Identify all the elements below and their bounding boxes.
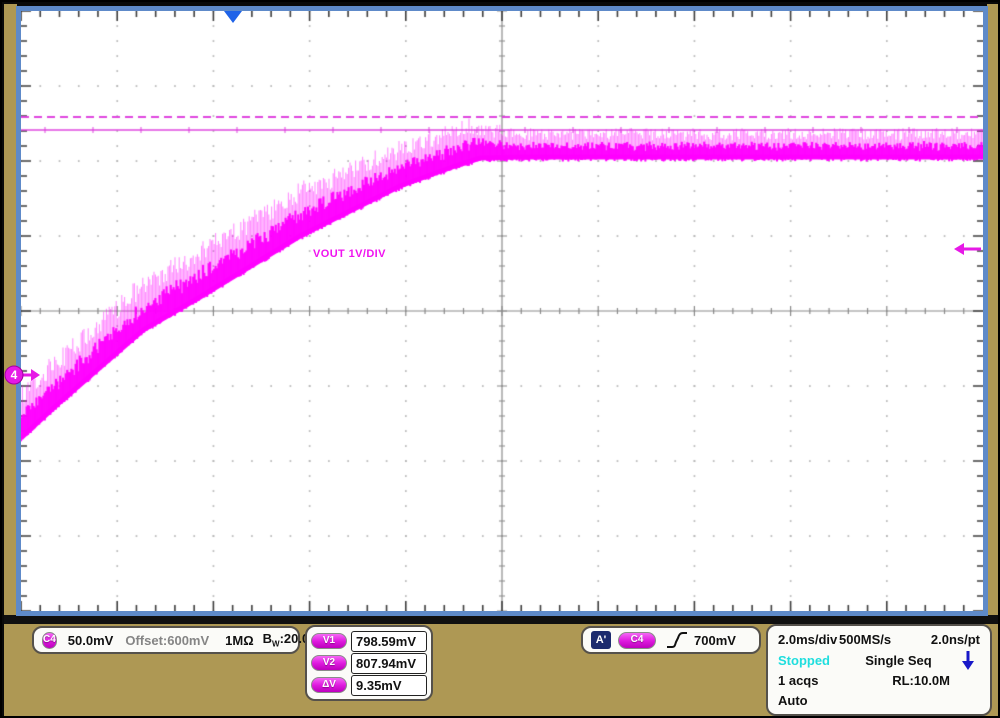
acquisition-status: Stopped [778,653,830,668]
channel-number: 4 [11,368,18,382]
vertical-offset: Offset:600mV [125,633,209,648]
channel-readout-box[interactable]: C4 50.0mV Offset:600mV 1MΩ BW:20.0M [32,626,300,654]
v1-value: 798.59mV [351,631,427,652]
trigger-position-marker[interactable] [223,10,243,24]
trigger-readout-box[interactable]: A' C4 700mV [581,626,761,654]
down-triangle-icon [224,11,242,23]
divider [4,615,1000,624]
delta-v-badge: ΔV [311,677,347,693]
vertical-scale: 50.0mV [68,633,114,648]
v2-value: 807.94mV [351,653,427,674]
v1-badge: V1 [311,633,347,649]
acquisition-count: 1 acqs [778,673,818,688]
right-bezel [987,4,1000,617]
acqs-row: 1 acqs RL:10.0M [778,671,980,691]
channel4-position-marker[interactable]: 4 [4,365,42,385]
trigger-source-badge: A' [591,631,611,649]
timebase: 2.0ms/div [778,632,837,647]
channel-label: VOUT 1V/DIV [313,248,386,260]
record-length: RL:10.0M [892,673,950,688]
oscilloscope-screen: 4 VOUT 1V/DIV C4 50.0mV Offset:600mV 1MΩ… [0,0,1000,718]
left-arrow-icon [954,243,964,255]
measurement-row: ΔV 9.35mV [311,674,427,696]
horizontal-readout-box[interactable]: 2.0ms/div 500MS/s 2.0ns/pt Stopped Singl… [766,624,992,716]
timebase-row: 2.0ms/div 500MS/s 2.0ns/pt [778,630,980,650]
delta-v-value: 9.35mV [351,675,427,696]
down-arrow-icon [961,650,975,671]
right-arrow-icon [31,369,40,381]
resolution: 2.0ns/pt [931,632,980,647]
trigger-mode-row: Auto [778,690,980,710]
channel-badge[interactable]: C4 [42,632,57,649]
measurement-row: V2 807.94mV [311,652,427,674]
waveform-display [21,11,983,611]
trigger-level-value: 700mV [694,633,736,648]
measurement-row: V1 798.59mV [311,630,427,652]
cursor-readout-box[interactable]: V1 798.59mV V2 807.94mV ΔV 9.35mV [305,625,433,701]
trigger-channel-badge: C4 [618,632,656,649]
status-row: Stopped Single Seq [778,650,980,671]
input-impedance: 1MΩ [225,633,253,648]
trigger-level-marker[interactable] [953,242,983,256]
rising-edge-icon [666,631,688,650]
sample-rate: 500MS/s [839,632,891,647]
acquisition-mode: Single Seq [865,653,931,668]
trigger-mode: Auto [778,693,808,708]
v2-badge: V2 [311,655,347,671]
